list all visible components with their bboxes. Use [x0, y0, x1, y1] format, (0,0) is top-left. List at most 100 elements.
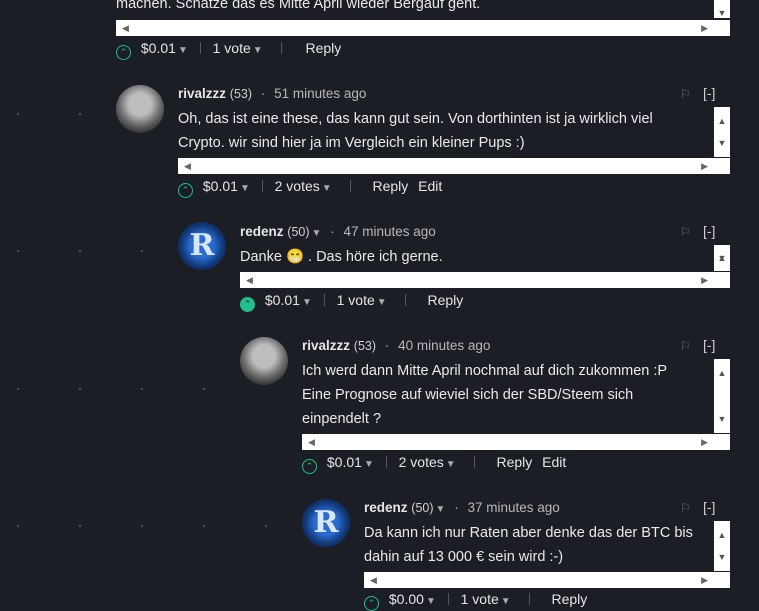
vertical-scrollbar[interactable]: ▲ ▼ [714, 359, 730, 433]
bg-dot [141, 525, 143, 527]
vertical-scrollbar[interactable]: ▲ ▼ [714, 107, 730, 157]
author-name[interactable]: rivalzzz [302, 338, 350, 353]
bg-dot [79, 113, 81, 115]
avatar-letter: R [189, 228, 215, 263]
flag-icon[interactable]: ⚐ [680, 87, 691, 101]
collapse-button[interactable]: [-] [703, 85, 715, 101]
vertical-scrollbar[interactable]: ▲ ▼ [714, 245, 730, 271]
collapse-button[interactable]: [-] [703, 499, 715, 515]
chevron-down-icon[interactable]: ▼ [426, 596, 436, 607]
author-reputation: (53) [353, 339, 377, 353]
upvote-icon[interactable]: ⌃ [302, 459, 317, 474]
avatar[interactable] [240, 337, 288, 385]
divider [385, 456, 387, 468]
horizontal-scrollbar[interactable]: ◀ ▶ [302, 434, 730, 450]
bg-dot [79, 525, 81, 527]
flag-icon[interactable]: ⚐ [680, 501, 691, 515]
avatar[interactable] [116, 85, 164, 133]
payout-value[interactable]: $0.01 [141, 40, 176, 56]
payout-value[interactable]: $0.01 [203, 178, 238, 194]
comment-body: Danke 😁 . Das höre ich gerne. ▲ ▼ [240, 245, 730, 271]
bg-dot [203, 525, 205, 527]
upvote-icon[interactable]: ⌃ [240, 297, 255, 312]
avatar[interactable]: R [302, 499, 350, 547]
comment-footer: ⌃ $0.00 ▼ 1 vote ▼ Reply [364, 591, 587, 611]
comment-body: Da kann ich nur Raten aber denke das der… [364, 521, 730, 571]
votes-count[interactable]: 2 votes [275, 178, 320, 194]
author-reputation: (53) [229, 87, 253, 101]
bg-dot [141, 250, 143, 252]
author-name[interactable]: redenz [240, 224, 284, 239]
separator: · [330, 224, 335, 239]
comment-text: Oh, das ist eine these, das kann gut sei… [178, 111, 653, 127]
comment-body: Oh, das ist eine these, das kann gut sei… [178, 107, 730, 157]
timestamp[interactable]: 51 minutes ago [274, 86, 366, 101]
chevron-down-icon[interactable]: ▼ [178, 45, 188, 56]
payout-value[interactable]: $0.01 [265, 292, 300, 308]
chevron-down-icon[interactable]: ▼ [436, 504, 446, 515]
edit-button[interactable]: Edit [418, 178, 442, 194]
vertical-scrollbar[interactable]: ▲ ▼ [714, 521, 730, 571]
flag-icon[interactable]: ⚐ [680, 225, 691, 239]
avatar[interactable]: R [178, 222, 226, 270]
horizontal-scrollbar[interactable]: ◀ ▶ [240, 272, 730, 288]
chevron-down-icon[interactable]: ▼ [322, 183, 332, 194]
comment-header: rivalzzz (53) · 40 minutes ago [302, 338, 490, 353]
upvote-icon[interactable]: ⌃ [178, 183, 193, 198]
divider [199, 42, 201, 54]
comment-header: redenz (50) ▼ · 37 minutes ago [364, 500, 560, 515]
divider [528, 593, 530, 605]
comment-text: einpendelt ? [302, 411, 382, 427]
timestamp[interactable]: 40 minutes ago [398, 338, 490, 353]
comment-header: redenz (50) ▼ · 47 minutes ago [240, 224, 436, 239]
votes-count[interactable]: 1 vote [337, 292, 375, 308]
timestamp[interactable]: 47 minutes ago [343, 224, 435, 239]
payout-value[interactable]: $0.01 [327, 454, 362, 470]
comment-text: Ich werd dann Mitte April nochmal auf di… [302, 363, 668, 379]
chevron-down-icon[interactable]: ▼ [240, 183, 250, 194]
bg-dot [17, 525, 19, 527]
chevron-down-icon[interactable]: ▼ [377, 297, 387, 308]
bg-dot [141, 388, 143, 390]
flag-icon[interactable]: ⚐ [680, 339, 691, 353]
divider [473, 456, 475, 468]
upvote-icon[interactable]: ⌃ [116, 45, 131, 60]
collapse-button[interactable]: [-] [703, 337, 715, 353]
horizontal-scrollbar[interactable]: ◀ ▶ [178, 158, 730, 174]
bg-dot [17, 388, 19, 390]
chevron-down-icon[interactable]: ▼ [312, 228, 322, 239]
collapse-button[interactable]: [-] [703, 223, 715, 239]
timestamp[interactable]: 37 minutes ago [467, 500, 559, 515]
comment-footer: ⌃ $0.01 ▼ 1 vote ▼ Reply [116, 40, 341, 60]
comment-text: Danke 😁 . Das höre ich gerne. [240, 249, 443, 265]
upvote-icon[interactable]: ⌃ [364, 596, 379, 611]
chevron-down-icon[interactable]: ▼ [501, 596, 511, 607]
chevron-down-icon[interactable]: ▼ [446, 459, 456, 470]
author-reputation: (50) [411, 501, 434, 515]
comment-footer: ⌃ $0.01 ▼ 1 vote ▼ Reply [240, 292, 463, 312]
comment-text: dahin auf 13 000 € sein wird :-) [364, 549, 564, 565]
divider [280, 42, 282, 54]
horizontal-scrollbar[interactable]: ◀ ▶ [116, 20, 730, 36]
bg-dot [17, 113, 19, 115]
horizontal-scrollbar[interactable]: ◀ ▶ [364, 572, 730, 588]
comment-body: machen. Schätze das es Mitte April wiede… [116, 0, 730, 18]
reply-button[interactable]: Reply [305, 40, 341, 56]
edit-button[interactable]: Edit [542, 454, 566, 470]
reply-button[interactable]: Reply [427, 292, 463, 308]
vertical-scrollbar[interactable]: ▼ [714, 0, 730, 18]
chevron-down-icon[interactable]: ▼ [302, 297, 312, 308]
chevron-down-icon[interactable]: ▼ [364, 459, 374, 470]
bg-dot [203, 388, 205, 390]
comment-header: rivalzzz (53) · 51 minutes ago [178, 86, 366, 101]
votes-count[interactable]: 1 vote [213, 40, 251, 56]
comment-footer: ⌃ $0.01 ▼ 2 votes ▼ Reply Edit [178, 178, 442, 198]
chevron-down-icon[interactable]: ▼ [253, 45, 263, 56]
author-name[interactable]: redenz [364, 500, 408, 515]
votes-count[interactable]: 2 votes [399, 454, 444, 470]
reply-button[interactable]: Reply [496, 454, 532, 470]
separator: · [260, 86, 266, 101]
bg-dot [265, 525, 267, 527]
reply-button[interactable]: Reply [372, 178, 408, 194]
author-name[interactable]: rivalzzz [178, 86, 226, 101]
